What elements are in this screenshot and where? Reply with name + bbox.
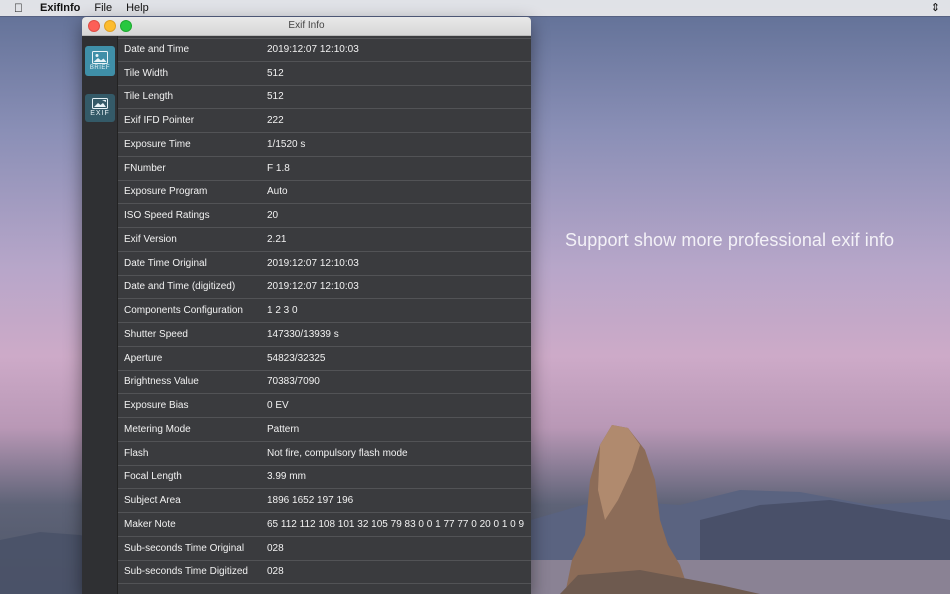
row-key: Date and Time (digitized) bbox=[124, 281, 236, 293]
row-value: 028 bbox=[267, 566, 284, 578]
row-value: 222 bbox=[267, 115, 284, 127]
row-value: 0 EV bbox=[267, 400, 289, 412]
exif-info-window: Exif Info BRIEF EXIF Date and Time 2019:1… bbox=[82, 17, 531, 594]
row-value: 2.21 bbox=[267, 233, 287, 245]
exif-table[interactable]: Date and Time 2019:12:07 12:10:03 Tile Wi… bbox=[118, 36, 531, 594]
row-key: Exif IFD Pointer bbox=[124, 115, 195, 127]
table-row[interactable]: Sub-seconds Time Original 028 bbox=[118, 537, 531, 561]
row-value: 2019:12:07 12:10:03 bbox=[267, 257, 359, 269]
row-key: FNumber bbox=[124, 162, 166, 174]
row-value: Auto bbox=[267, 186, 288, 198]
table-row[interactable]: Subject Area 1896 1652 197 196 bbox=[118, 489, 531, 513]
row-key: Components Configuration bbox=[124, 305, 243, 317]
row-key: Subject Area bbox=[124, 495, 181, 507]
row-key: Date Time Original bbox=[124, 257, 207, 269]
row-value: F 1.8 bbox=[267, 162, 290, 174]
row-key: Sub-seconds Time Original bbox=[124, 542, 245, 554]
row-value: 3.99 mm bbox=[267, 471, 306, 483]
sidebar-caption-brief: BRIEF bbox=[89, 65, 111, 71]
table-row[interactable]: Tile Length 512 bbox=[118, 86, 531, 110]
table-row[interactable]: Date and Time 2019:12:07 12:10:03 bbox=[118, 38, 531, 62]
row-key: Tile Length bbox=[124, 91, 174, 103]
sidebar: BRIEF EXIF bbox=[82, 36, 118, 594]
row-key: Brightness Value bbox=[124, 376, 199, 388]
row-value: 65 112 112 108 101 32 105 79 83 0 0 1 77… bbox=[267, 518, 525, 530]
row-key: Focal Length bbox=[124, 471, 182, 483]
table-row[interactable]: Components Configuration 1 2 3 0 bbox=[118, 299, 531, 323]
table-row[interactable]: Aperture 54823/32325 bbox=[118, 347, 531, 371]
row-value: 1896 1652 197 196 bbox=[267, 495, 354, 507]
title-bar[interactable]: Exif Info bbox=[82, 17, 531, 36]
row-value: 70383/7090 bbox=[267, 376, 320, 388]
table-row[interactable]: Exposure Program Auto bbox=[118, 181, 531, 205]
sidebar-item-brief[interactable]: BRIEF bbox=[85, 46, 115, 76]
row-value: 028 bbox=[267, 542, 284, 554]
row-value: 1 2 3 0 bbox=[267, 305, 298, 317]
table-row[interactable]: Exposure Bias 0 EV bbox=[118, 394, 531, 418]
row-value: 54823/32325 bbox=[267, 352, 326, 364]
table-row[interactable]: Exif IFD Pointer 222 bbox=[118, 109, 531, 133]
table-row[interactable]: Maker Note 65 112 112 108 101 32 105 79 8… bbox=[118, 513, 531, 537]
row-key: Tile Width bbox=[124, 67, 169, 79]
row-key: ISO Speed Ratings bbox=[124, 210, 210, 222]
row-key: Exif Version bbox=[124, 233, 177, 245]
table-row[interactable]: Exif Version 2.21 bbox=[118, 228, 531, 252]
row-value: 1/1520 s bbox=[267, 138, 306, 150]
image-icon bbox=[92, 51, 108, 64]
table-row[interactable]: Date and Time (digitized) 2019:12:07 12:1… bbox=[118, 276, 531, 300]
row-value: Pattern bbox=[267, 423, 300, 435]
row-value: 2019:12:07 12:10:03 bbox=[267, 281, 359, 293]
row-key: Exposure Time bbox=[124, 138, 191, 150]
table-row[interactable]: FNumber F 1.8 bbox=[118, 157, 531, 181]
promo-tagline: Support show more professional exif info bbox=[565, 230, 895, 250]
row-key: Shutter Speed bbox=[124, 328, 188, 340]
window-title: Exif Info bbox=[288, 20, 325, 31]
table-row[interactable]: Flash Not fire, compulsory flash mode bbox=[118, 442, 531, 466]
row-key: Metering Mode bbox=[124, 423, 191, 435]
row-value: 2019:12:07 12:10:03 bbox=[267, 44, 359, 56]
sidebar-caption-exif: EXIF bbox=[90, 110, 110, 117]
sidebar-item-exif[interactable]: EXIF bbox=[85, 94, 115, 122]
row-value: 512 bbox=[267, 91, 284, 103]
row-key: Maker Note bbox=[124, 518, 176, 530]
row-value: 20 bbox=[267, 210, 279, 222]
row-value: 512 bbox=[267, 67, 284, 79]
table-row[interactable]: Tile Width 512 bbox=[118, 62, 531, 86]
row-key: Exposure Bias bbox=[124, 400, 189, 412]
row-value: 147330/13939 s bbox=[267, 328, 339, 340]
table-row[interactable]: Sub-seconds Time Digitized 028 bbox=[118, 561, 531, 585]
row-key: Exposure Program bbox=[124, 186, 208, 198]
table-row[interactable]: Date Time Original 2019:12:07 12:10:03 bbox=[118, 252, 531, 276]
row-value: Not fire, compulsory flash mode bbox=[267, 447, 408, 459]
table-row[interactable]: Brightness Value 70383/7090 bbox=[118, 371, 531, 395]
row-key: Date and Time bbox=[124, 44, 190, 56]
table-row[interactable]: Exposure Time 1/1520 s bbox=[118, 133, 531, 157]
table-row[interactable]: Metering Mode Pattern bbox=[118, 418, 531, 442]
row-key: Sub-seconds Time Digitized bbox=[124, 566, 248, 578]
row-key: Flash bbox=[124, 447, 149, 459]
table-row[interactable]: Shutter Speed 147330/13939 s bbox=[118, 323, 531, 347]
exif-image-icon bbox=[92, 98, 108, 109]
table-row[interactable]: ISO Speed Ratings 20 bbox=[118, 204, 531, 228]
table-row[interactable]: Focal Length 3.99 mm bbox=[118, 466, 531, 490]
row-key: Aperture bbox=[124, 352, 163, 364]
